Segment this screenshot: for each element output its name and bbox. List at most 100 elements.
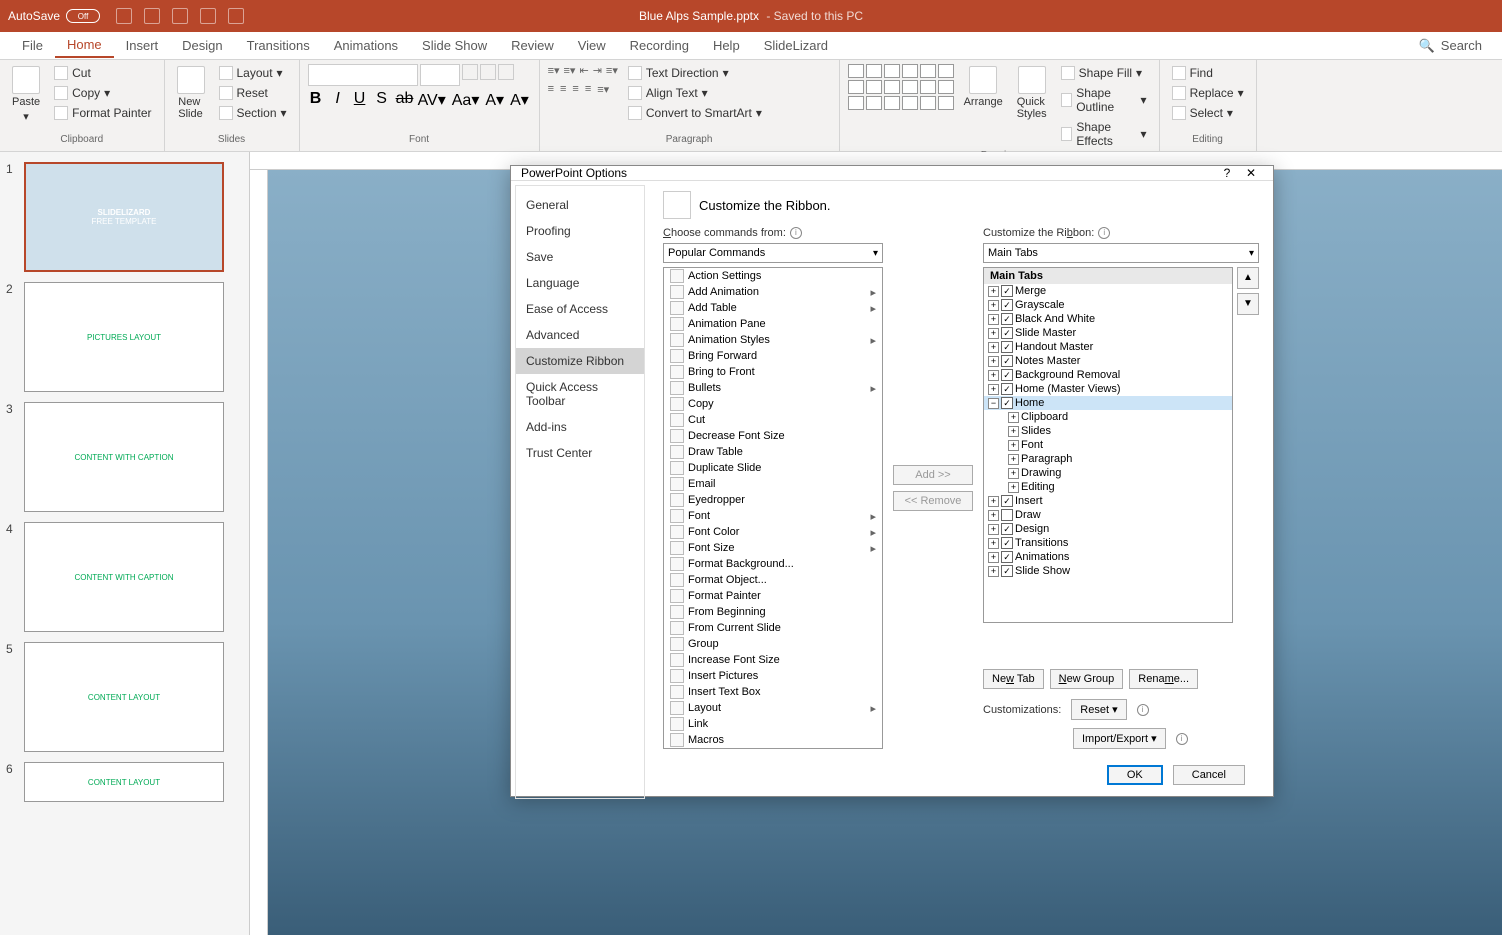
- underline-button[interactable]: U: [352, 90, 368, 110]
- slide-thumb-5[interactable]: CONTENT LAYOUT: [24, 642, 224, 752]
- tab-file[interactable]: File: [10, 34, 55, 57]
- info-icon[interactable]: i: [790, 227, 802, 239]
- expander-icon[interactable]: +: [988, 328, 999, 339]
- autosave-toggle[interactable]: Off: [66, 9, 100, 23]
- remove-button[interactable]: << Remove: [893, 491, 973, 511]
- sidebar-item-language[interactable]: Language: [516, 270, 644, 296]
- convert-smartart-button[interactable]: Convert to SmartArt ▾: [624, 104, 766, 122]
- decrease-font-icon[interactable]: [480, 64, 496, 80]
- slide-thumb-3[interactable]: CONTENT WITH CAPTION: [24, 402, 224, 512]
- slide-thumb-4[interactable]: CONTENT WITH CAPTION: [24, 522, 224, 632]
- format-painter-button[interactable]: Format Painter: [50, 104, 155, 122]
- checkbox[interactable]: ✓: [1001, 341, 1013, 353]
- info-icon[interactable]: i: [1176, 733, 1188, 745]
- tab-insert[interactable]: Insert: [114, 34, 171, 57]
- shape-fill-button[interactable]: Shape Fill ▾: [1057, 64, 1151, 82]
- tree-item[interactable]: +✓Animations: [984, 550, 1232, 564]
- tree-subitem[interactable]: +Clipboard: [984, 410, 1232, 424]
- new-slide-button[interactable]: New Slide: [173, 64, 209, 122]
- tab-design[interactable]: Design: [170, 34, 234, 57]
- sidebar-item-proofing[interactable]: Proofing: [516, 218, 644, 244]
- tab-slide-show[interactable]: Slide Show: [410, 34, 499, 57]
- expander-icon[interactable]: +: [1008, 468, 1019, 479]
- expander-icon[interactable]: +: [988, 552, 999, 563]
- ribbon-tabs-tree[interactable]: Main Tabs +✓Merge+✓Grayscale+✓Black And …: [983, 267, 1233, 623]
- command-item[interactable]: Bring Forward: [664, 348, 882, 364]
- command-item[interactable]: Bullets▸: [664, 380, 882, 396]
- tree-item[interactable]: +✓Black And White: [984, 312, 1232, 326]
- expander-icon[interactable]: +: [988, 496, 999, 507]
- tree-item[interactable]: +✓Design: [984, 522, 1232, 536]
- align-right-button[interactable]: ≡: [572, 83, 578, 96]
- command-item[interactable]: Copy: [664, 396, 882, 412]
- bold-button[interactable]: B: [308, 90, 324, 110]
- slide-thumb-1[interactable]: SLIDELIZARDFREE TEMPLATE: [24, 162, 224, 272]
- redo-icon[interactable]: [172, 8, 188, 24]
- cancel-button[interactable]: Cancel: [1173, 765, 1245, 785]
- checkbox[interactable]: ✓: [1001, 523, 1013, 535]
- change-case-button[interactable]: Aa▾: [452, 90, 480, 110]
- line-spacing-button[interactable]: ≡▾: [606, 64, 618, 77]
- copy-button[interactable]: Copy ▾: [50, 84, 155, 102]
- customize-ribbon-dropdown[interactable]: Main Tabs: [983, 243, 1259, 263]
- expander-icon[interactable]: −: [988, 398, 999, 409]
- autosave-control[interactable]: AutoSave Off: [8, 9, 100, 23]
- slide-thumb-6[interactable]: CONTENT LAYOUT: [24, 762, 224, 802]
- tree-item[interactable]: +✓Slide Master: [984, 326, 1232, 340]
- checkbox[interactable]: [1001, 509, 1013, 521]
- command-item[interactable]: From Beginning: [664, 604, 882, 620]
- command-item[interactable]: Format Object...: [664, 572, 882, 588]
- rename-button[interactable]: Rename...: [1129, 669, 1198, 689]
- new-tab-button[interactable]: New Tab: [983, 669, 1044, 689]
- expander-icon[interactable]: +: [988, 510, 999, 521]
- sidebar-item-advanced[interactable]: Advanced: [516, 322, 644, 348]
- quick-styles-button[interactable]: Quick Styles: [1013, 64, 1051, 122]
- dialog-help-button[interactable]: ?: [1215, 166, 1239, 180]
- section-button[interactable]: Section ▾: [215, 104, 291, 122]
- choose-commands-dropdown[interactable]: Popular Commands: [663, 243, 883, 263]
- command-item[interactable]: Animation Pane: [664, 316, 882, 332]
- shape-outline-button[interactable]: Shape Outline ▾: [1057, 84, 1151, 116]
- tree-item[interactable]: +✓Notes Master: [984, 354, 1232, 368]
- tab-home[interactable]: Home: [55, 33, 114, 58]
- tree-subitem[interactable]: +Drawing: [984, 466, 1232, 480]
- expander-icon[interactable]: +: [1008, 482, 1019, 493]
- import-export-button[interactable]: Import/Export ▾: [1073, 728, 1166, 749]
- tab-animations[interactable]: Animations: [322, 34, 410, 57]
- tree-subitem[interactable]: +Paragraph: [984, 452, 1232, 466]
- tab-help[interactable]: Help: [701, 34, 752, 57]
- command-item[interactable]: Font▸: [664, 508, 882, 524]
- expander-icon[interactable]: +: [1008, 426, 1019, 437]
- sidebar-item-ease-of-access[interactable]: Ease of Access: [516, 296, 644, 322]
- command-item[interactable]: Format Painter: [664, 588, 882, 604]
- checkbox[interactable]: ✓: [1001, 551, 1013, 563]
- command-item[interactable]: Bring to Front: [664, 364, 882, 380]
- command-item[interactable]: Link: [664, 716, 882, 732]
- command-item[interactable]: Macros: [664, 732, 882, 748]
- command-item[interactable]: Format Background...: [664, 556, 882, 572]
- expander-icon[interactable]: +: [988, 370, 999, 381]
- expander-icon[interactable]: +: [988, 384, 999, 395]
- align-text-button[interactable]: Align Text ▾: [624, 84, 766, 102]
- tree-item[interactable]: +✓Background Removal: [984, 368, 1232, 382]
- command-item[interactable]: Font Size▸: [664, 540, 882, 556]
- sidebar-item-customize-ribbon[interactable]: Customize Ribbon: [516, 348, 644, 374]
- slide-thumbnail-panel[interactable]: 1SLIDELIZARDFREE TEMPLATE 2PICTURES LAYO…: [0, 152, 250, 935]
- qat-more-icon[interactable]: [228, 8, 244, 24]
- checkbox[interactable]: ✓: [1001, 565, 1013, 577]
- tell-me-search[interactable]: 🔍 Search: [1419, 38, 1482, 54]
- checkbox[interactable]: ✓: [1001, 495, 1013, 507]
- tree-item[interactable]: +✓Slide Show: [984, 564, 1232, 578]
- command-item[interactable]: Duplicate Slide: [664, 460, 882, 476]
- command-item[interactable]: Increase Font Size: [664, 652, 882, 668]
- dialog-close-button[interactable]: ✕: [1239, 166, 1263, 180]
- command-item[interactable]: Font Color▸: [664, 524, 882, 540]
- columns-button[interactable]: ≡▾: [597, 83, 609, 96]
- tree-item[interactable]: +✓Transitions: [984, 536, 1232, 550]
- command-item[interactable]: Insert Pictures: [664, 668, 882, 684]
- checkbox[interactable]: ✓: [1001, 299, 1013, 311]
- checkbox[interactable]: ✓: [1001, 313, 1013, 325]
- tree-item[interactable]: +✓Merge: [984, 284, 1232, 298]
- save-icon[interactable]: [116, 8, 132, 24]
- tab-transitions[interactable]: Transitions: [235, 34, 322, 57]
